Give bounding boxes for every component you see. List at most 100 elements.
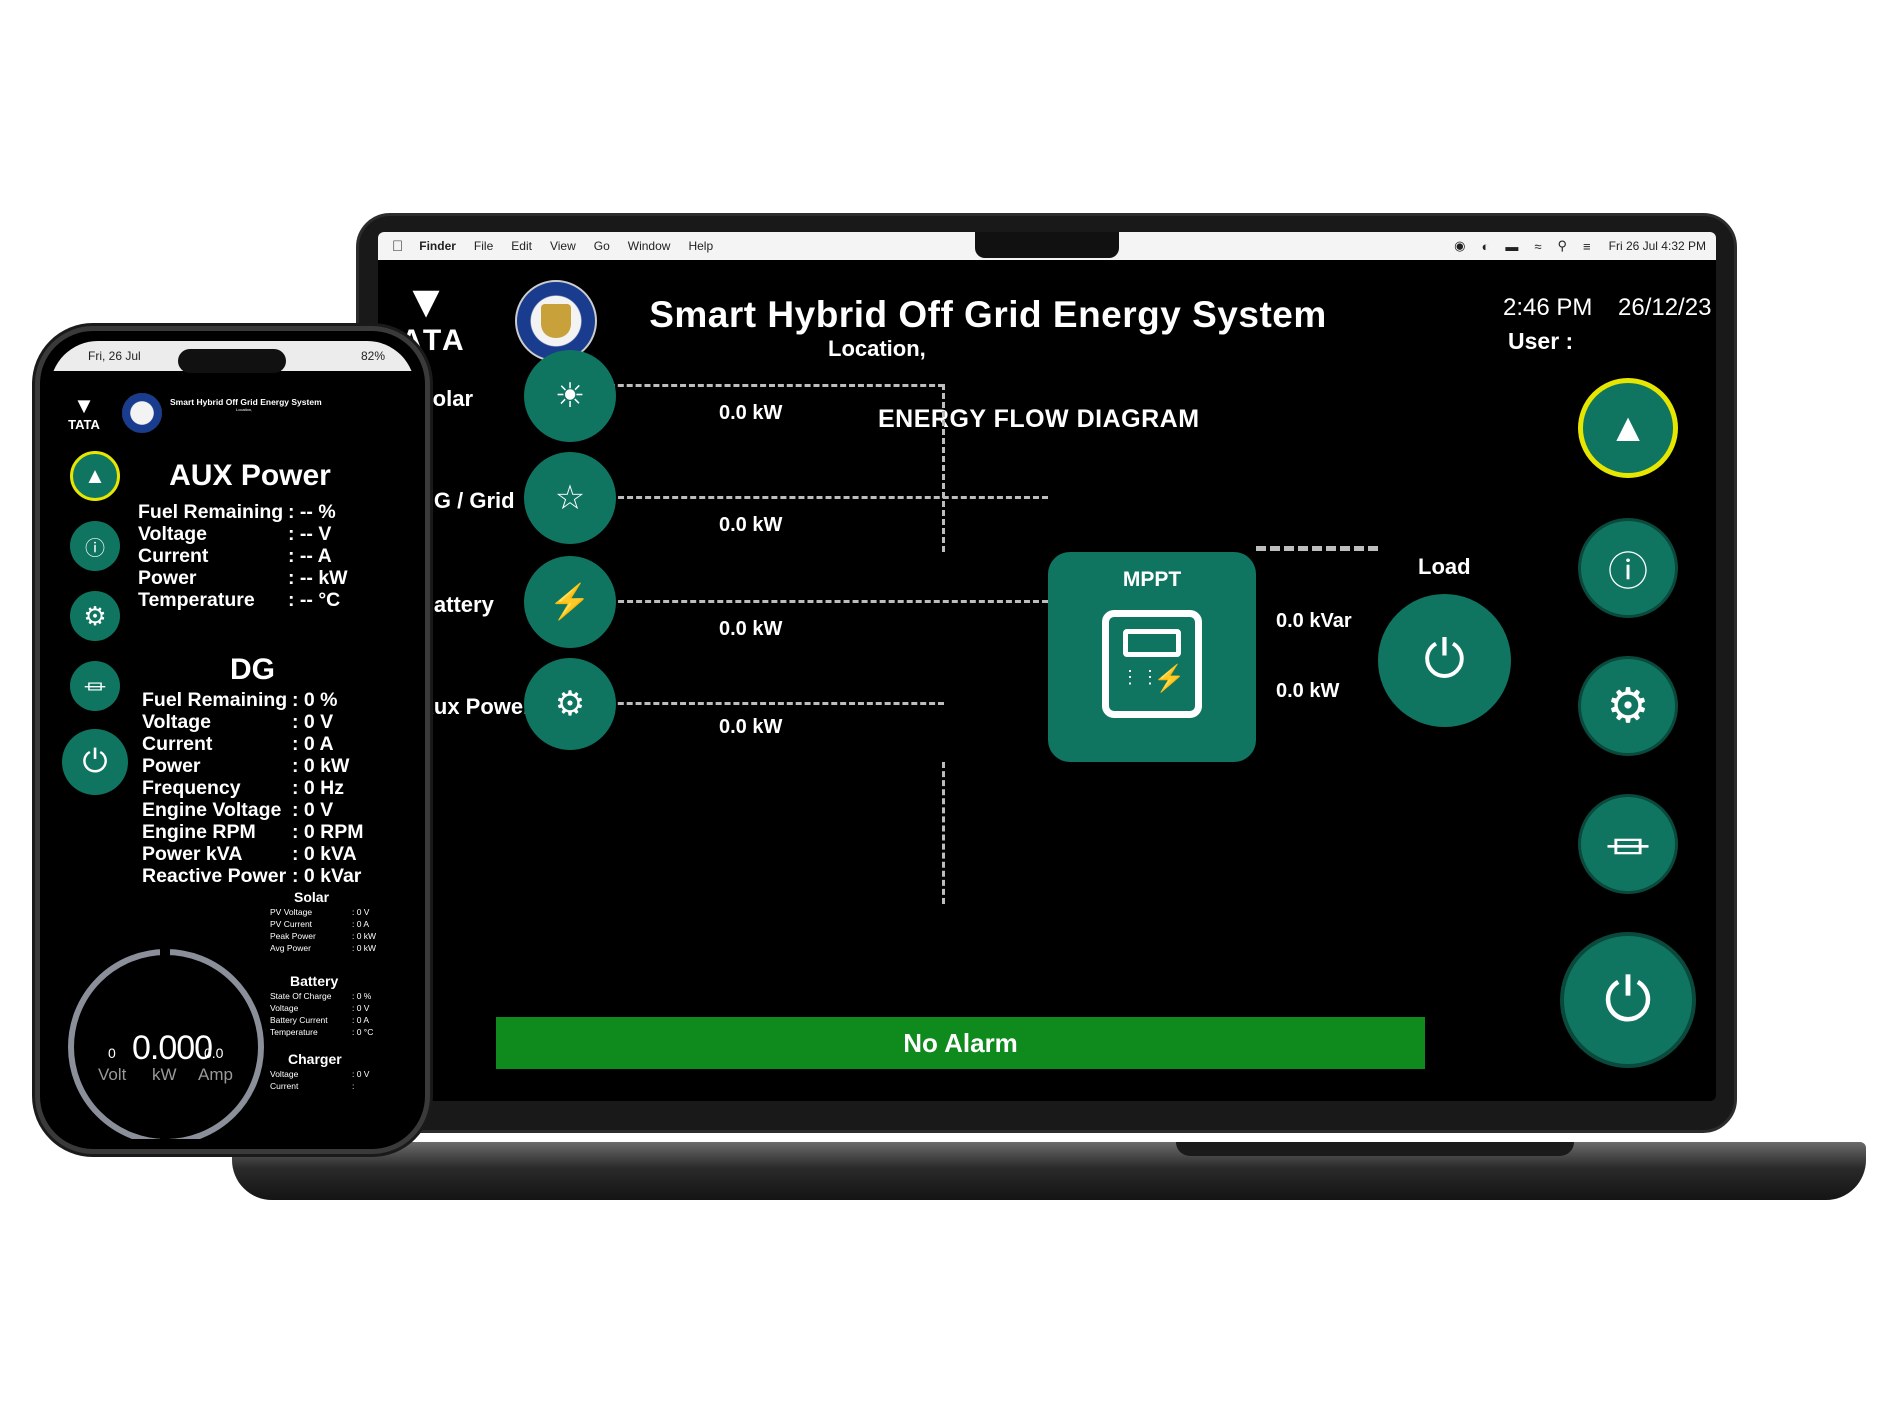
aux-row-current: Current: -- A xyxy=(138,545,332,567)
phone-location-label: Location, xyxy=(236,407,253,412)
tata-mark-icon: ▼ xyxy=(73,393,95,418)
info-icon[interactable]: ⓘ xyxy=(70,521,120,571)
phone-drdo-emblem xyxy=(122,393,162,433)
dg-grid-label: DG / Grid xyxy=(418,488,515,513)
solar-row: PV Voltage: 0 V xyxy=(270,907,370,917)
dg-row-engine-rpm: Engine RPM: 0 RPM xyxy=(142,821,364,843)
header-time: 2:46 PM xyxy=(1503,294,1593,321)
dg-row-voltage: Voltage: 0 V xyxy=(142,711,334,733)
gauge-amp-value: 0.0 xyxy=(204,1045,224,1061)
battery-row: Battery Current: 0 A xyxy=(270,1015,370,1025)
menu-go[interactable]: Go xyxy=(594,239,610,253)
diagram-title: ENERGY FLOW DIAGRAM xyxy=(878,405,1200,433)
charger-row: Voltage: 0 V xyxy=(270,1069,370,1079)
solar-row: Peak Power: 0 kW xyxy=(270,931,377,941)
solar-row: Avg Power: 0 kW xyxy=(270,943,377,953)
menu-window[interactable]: Window xyxy=(628,239,671,253)
solar-section-title: Solar xyxy=(294,889,330,905)
gauge-amp-label: Amp xyxy=(198,1065,233,1084)
control-center-icon[interactable]: ≡ xyxy=(1583,239,1591,254)
dashboard-chart-icon[interactable]: ▲ xyxy=(70,451,120,501)
battery-section-title: Battery xyxy=(290,973,339,989)
battery-row: Voltage: 0 V xyxy=(270,1003,370,1013)
plug-icon[interactable]: ⏛ xyxy=(1578,794,1678,894)
charger-row: Current: xyxy=(270,1081,355,1091)
laptop-opening-notch xyxy=(1176,1142,1574,1156)
menu-view[interactable]: View xyxy=(550,239,576,253)
phone-screen: Fri, 26 Jul 82% ▼ TATA Smart Hybrid Off … xyxy=(50,341,415,1139)
power-icon[interactable]: ⏻ xyxy=(1560,932,1696,1068)
generator-icon[interactable]: ⚙ xyxy=(524,658,616,750)
dg-row-current: Current: 0 A xyxy=(142,733,334,755)
flow-line-solar-vertical xyxy=(942,384,945,552)
aux-row-temperature: Temperature: -- °C xyxy=(138,589,341,611)
battery-power-value: 0.0 kW xyxy=(719,618,783,640)
play-circle-icon[interactable]: ◉ xyxy=(1454,238,1465,254)
flow-line-dg xyxy=(600,496,1048,499)
dg-row-frequency: Frequency: 0 Hz xyxy=(142,777,345,799)
menubar-status-area: ◉ ◐ ▬ ≈ ⚲ ≡ Fri 26 Jul 4:32 PM xyxy=(1438,232,1706,260)
mppt-controller[interactable]: MPPT ⋮⋮ ⚡ xyxy=(1048,552,1256,762)
settings-gear-icon[interactable]: ⚙ xyxy=(1578,656,1678,756)
gauge-volt-value: 0 xyxy=(108,1045,116,1061)
menu-help[interactable]: Help xyxy=(688,239,713,253)
user-label: User : xyxy=(1508,328,1574,354)
location-label: Location, xyxy=(828,336,926,361)
laptop-base xyxy=(232,1142,1866,1200)
gauge-kw-label: kW xyxy=(152,1065,177,1084)
laptop-camera-notch xyxy=(975,232,1119,258)
transmission-tower-icon[interactable]: ☆ xyxy=(524,452,616,544)
flow-line-load xyxy=(1256,546,1378,551)
dg-power-value: 0.0 kW xyxy=(719,514,783,536)
apple-icon[interactable]:  xyxy=(392,238,403,255)
dg-row-fuel: Fuel Remaining: 0 % xyxy=(142,689,338,711)
battery-icon[interactable]: ⚡ xyxy=(524,556,616,648)
menu-file[interactable]: File xyxy=(474,239,493,253)
load-plug-icon[interactable]: ⏻ xyxy=(1378,594,1511,727)
laptop-screen:  Finder File Edit View Go Window Help ◉… xyxy=(378,232,1716,1101)
flow-line-aux-vertical xyxy=(942,762,945,904)
aux-row-voltage: Voltage: -- V xyxy=(138,523,332,545)
aux-power-label: Aux Power xyxy=(418,694,532,719)
phone-camera-notch xyxy=(178,349,286,373)
dg-title: DG xyxy=(230,653,275,686)
aux-row-power: Power: -- kW xyxy=(138,567,348,589)
menu-finder[interactable]: Finder xyxy=(419,239,456,253)
phone-battery-level: 82% xyxy=(360,349,385,363)
phone-frame: Fri, 26 Jul 82% ▼ TATA Smart Hybrid Off … xyxy=(35,326,430,1154)
aux-power-value: 0.0 kW xyxy=(719,716,783,738)
flow-line-battery xyxy=(600,600,1048,603)
siri-icon[interactable]: ◐ xyxy=(1482,239,1490,254)
aux-power-title: AUX Power xyxy=(169,459,331,492)
dashboard-chart-icon[interactable]: ▲ xyxy=(1578,378,1678,478)
phone-status-date: Fri, 26 Jul xyxy=(88,349,141,363)
settings-gear-icon[interactable]: ⚙ xyxy=(70,591,120,641)
dg-row-engine-voltage: Engine Voltage: 0 V xyxy=(142,799,334,821)
gauge-kw-value: 0.000 xyxy=(132,1029,213,1067)
menubar-clock[interactable]: Fri 26 Jul 4:32 PM xyxy=(1609,239,1706,253)
menu-edit[interactable]: Edit xyxy=(511,239,532,253)
info-icon[interactable]: ⓘ xyxy=(1578,518,1678,618)
header-date: 26/12/23 xyxy=(1618,294,1712,321)
dg-row-reactive-power: Reactive Power: 0 kVar xyxy=(142,865,362,887)
aux-row-fuel: Fuel Remaining: -- % xyxy=(138,501,336,523)
spotlight-search-icon[interactable]: ⚲ xyxy=(1558,238,1568,254)
tata-wordmark: TATA xyxy=(68,417,100,432)
phone-app-title: Smart Hybrid Off Grid Energy System xyxy=(170,397,322,407)
battery-row: Temperature: 0 °C xyxy=(270,1027,374,1037)
dg-row-power: Power: 0 kW xyxy=(142,755,350,777)
battery-status-icon[interactable]: ▬ xyxy=(1505,239,1518,254)
flow-line-aux xyxy=(600,702,944,705)
power-icon[interactable]: ⏻ xyxy=(62,729,128,795)
battery-row: State Of Charge: 0 % xyxy=(270,991,372,1001)
plug-icon[interactable]: ⏛ xyxy=(70,661,120,711)
solar-row: PV Current: 0 A xyxy=(270,919,370,929)
solar-power-value: 0.0 kW xyxy=(719,402,783,424)
mppt-label: MPPT xyxy=(1122,568,1182,591)
gauge-volt-label: Volt xyxy=(98,1065,127,1084)
wifi-icon[interactable]: ≈ xyxy=(1534,239,1541,254)
charger-section-title: Charger xyxy=(288,1051,342,1067)
alarm-status-bar: No Alarm xyxy=(496,1017,1425,1069)
tata-mark-icon: ▼ xyxy=(403,275,449,327)
solar-panel-icon[interactable]: ☀ xyxy=(524,350,616,442)
